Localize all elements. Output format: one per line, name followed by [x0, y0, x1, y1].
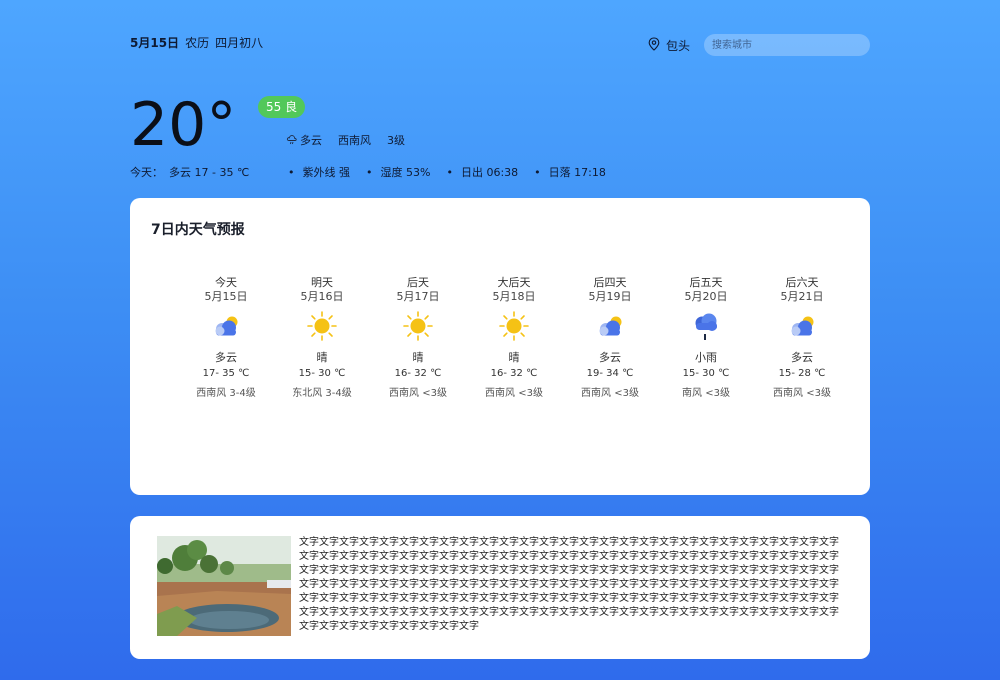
current-condition-text: 多云	[300, 134, 322, 147]
day-temperature-range: 15- 28 ℃	[778, 368, 826, 379]
day-wind: 西南风 <3级	[485, 388, 543, 399]
date-line: 5月15日 农历 四月初八	[130, 34, 263, 51]
day-wind: 西南风 <3级	[773, 388, 831, 399]
day-wind: 东北风 3-4级	[292, 388, 352, 399]
forecast-day[interactable]: 明天 5月16日晴 15- 30 ℃ 东北风 3-4级	[274, 276, 370, 402]
rain-icon	[658, 306, 754, 346]
forecast-day[interactable]: 后六天 5月21日多云 15- 28 ℃ 西南风 <3级	[754, 276, 850, 402]
day-temperature-range: 15- 30 ℃	[682, 368, 730, 379]
day-temperature-range: 15- 30 ℃	[298, 368, 346, 379]
forecast-day[interactable]: 今天 5月15日多云 17- 35 ℃ 西南风 3-4级	[178, 276, 274, 402]
current-conditions: 多云 西南风 3级	[286, 132, 405, 148]
day-date: 5月18日	[492, 290, 536, 303]
current-temperature: 20°	[130, 90, 237, 160]
forecast-days: 今天 5月15日多云 17- 35 ℃ 西南风 3-4级 明天 5月16日晴 15- 30 …	[178, 276, 850, 402]
weather-details: 紫外线 强 湿度 53% 日出 06:38 日落 17:18	[288, 164, 606, 180]
day-date: 5月19日	[588, 290, 632, 303]
lunar-date: 四月初八	[215, 36, 264, 50]
forecast-day[interactable]: 大后天 5月18日晴 16- 32 ℃ 西南风 <3级	[466, 276, 562, 402]
sunrise-time: 日出 06:38	[446, 164, 518, 180]
sunset-time: 日落 17:18	[534, 164, 606, 180]
city-search-input[interactable]	[704, 34, 870, 56]
humidity: 湿度 53%	[366, 164, 431, 180]
current-date: 5月15日	[130, 36, 180, 50]
forecast-title: 7日内天气预报	[151, 222, 245, 238]
location[interactable]: 包头	[648, 37, 690, 54]
day-temperature-range: 17- 35 ℃	[202, 368, 250, 379]
forecast-day[interactable]: 后天 5月17日晴 16- 32 ℃ 西南风 <3级	[370, 276, 466, 402]
city-name: 包头	[665, 39, 690, 53]
article-card: 文字文字文字文字文字文字文字文字文字文字文字文字文字文字文字文字文字文字文字文字…	[130, 516, 870, 659]
day-name: 大后天	[497, 276, 531, 289]
day-condition: 晴	[316, 351, 328, 364]
day-wind: 南风 <3级	[682, 388, 730, 399]
sun-icon	[466, 306, 562, 346]
cloud-outline-icon	[286, 133, 298, 148]
lunar-label: 农历	[185, 36, 210, 50]
day-condition: 小雨	[695, 351, 717, 364]
today-range: 多云 17 - 35 ℃	[169, 166, 250, 179]
forecast-card: 7日内天气预报 今天 5月15日多云 17- 35 ℃ 西南风 3-4级 明天 5月16日…	[130, 198, 870, 495]
day-name: 今天	[215, 276, 237, 289]
today-summary: 今天： 多云 17 - 35 ℃	[130, 164, 249, 180]
day-name: 明天	[311, 276, 333, 289]
day-condition: 晴	[412, 351, 424, 364]
uv-index: 紫外线 强	[288, 164, 351, 180]
location-pin-icon	[648, 37, 660, 54]
day-name: 后六天	[785, 276, 819, 289]
today-label: 今天：	[130, 166, 163, 179]
day-date: 5月15日	[204, 290, 248, 303]
forecast-day[interactable]: 后五天 5月20日小雨 15- 30 ℃ 南风 <3级	[658, 276, 754, 402]
day-date: 5月16日	[300, 290, 344, 303]
day-wind: 西南风 3-4级	[196, 388, 256, 399]
forecast-day[interactable]: 后四天 5月19日多云 19- 34 ℃ 西南风 <3级	[562, 276, 658, 402]
day-date: 5月17日	[396, 290, 440, 303]
day-name: 后天	[407, 276, 429, 289]
day-condition: 晴	[508, 351, 520, 364]
sun-icon	[370, 306, 466, 346]
day-wind: 西南风 <3级	[581, 388, 639, 399]
top-bar: 5月15日 农历 四月初八 包头	[130, 34, 870, 58]
day-temperature-range: 16- 32 ℃	[394, 368, 442, 379]
day-date: 5月20日	[684, 290, 728, 303]
day-condition: 多云	[791, 351, 813, 364]
aqi-badge: 55 良	[258, 96, 306, 118]
article-text: 文字文字文字文字文字文字文字文字文字文字文字文字文字文字文字文字文字文字文字文字…	[299, 537, 839, 632]
current-weather: 20° 55 良 多云 西南风 3级 今天： 多云 17 - 35 ℃ 紫外线 …	[130, 92, 870, 184]
partly-cloudy-icon	[754, 306, 850, 346]
partly-cloudy-icon	[562, 306, 658, 346]
day-temperature-range: 16- 32 ℃	[490, 368, 538, 379]
article-thumbnail[interactable]	[157, 536, 291, 636]
wind-direction: 西南风	[338, 134, 371, 147]
day-temperature-range: 19- 34 ℃	[586, 368, 634, 379]
sun-icon	[274, 306, 370, 346]
day-date: 5月21日	[780, 290, 824, 303]
day-name: 后四天	[593, 276, 627, 289]
day-condition: 多云	[599, 351, 621, 364]
wind-level: 3级	[387, 134, 405, 147]
landscape-photo	[157, 536, 291, 636]
partly-cloudy-icon	[178, 306, 274, 346]
day-name: 后五天	[689, 276, 723, 289]
day-condition: 多云	[215, 351, 237, 364]
day-wind: 西南风 <3级	[389, 388, 447, 399]
